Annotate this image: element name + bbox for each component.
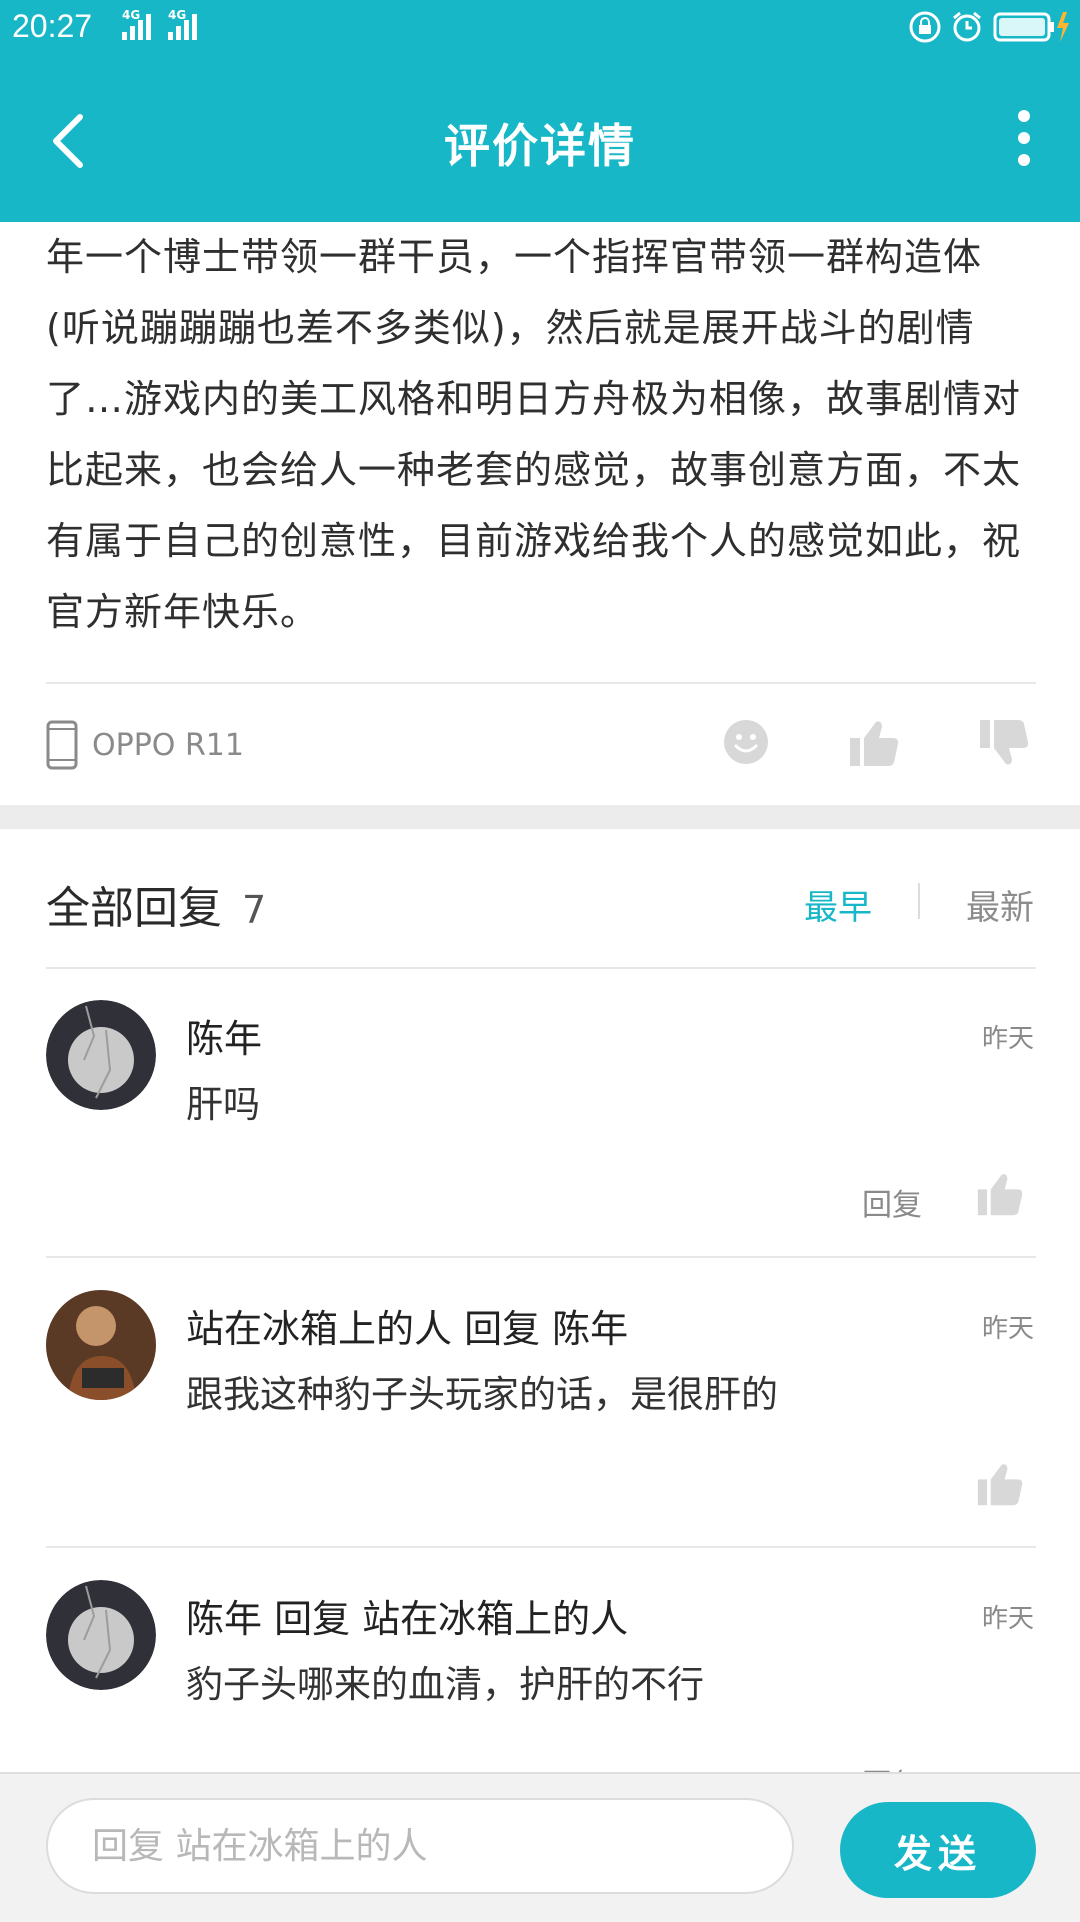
battery-icon [993, 12, 1069, 42]
sort-separator [918, 883, 920, 919]
more-icon[interactable] [1014, 110, 1034, 166]
signal-icon: 4G [122, 8, 151, 40]
review-text: 年一个博士带领一群干员，一个指挥官带领一群构造体(听说蹦蹦蹦也差不多类似)，然后… [46, 235, 1022, 634]
reply-time: 昨天 [981, 1314, 1034, 1344]
phone-icon [46, 720, 78, 770]
avatar[interactable] [46, 1290, 156, 1400]
thumb-up-icon[interactable] [976, 1460, 1024, 1508]
reply-author[interactable]: 陈年 [186, 1008, 262, 1063]
replies-title: 全部回复 [46, 883, 222, 934]
reply-text: 跟我这种豹子头玩家的话，是很肝的 [186, 1373, 778, 1416]
reply-author[interactable]: 站在冰箱上的人 回复 陈年 [186, 1298, 628, 1353]
device-info: OPPO R11 [46, 720, 244, 770]
reply-time: 昨天 [981, 1024, 1034, 1054]
top-app-bar: 评价详情 [0, 56, 1080, 222]
replies-header: 全部回复 7 [46, 872, 266, 936]
send-button[interactable]: 发送 [840, 1802, 1036, 1898]
lock-rotation-icon [909, 11, 941, 43]
reply-time: 昨天 [981, 1604, 1034, 1634]
avatar[interactable] [46, 1000, 156, 1110]
avatar[interactable] [46, 1580, 156, 1690]
thumb-up-icon[interactable] [976, 1170, 1024, 1218]
reply-text: 豹子头哪来的血清，护肝的不行 [186, 1663, 704, 1706]
reply-input[interactable] [46, 1798, 794, 1894]
divider [46, 967, 1036, 969]
replies-count: 7 [242, 888, 267, 932]
alarm-icon [953, 11, 981, 42]
sort-earliest-tab[interactable]: 最早 [804, 880, 872, 929]
sort-latest-tab[interactable]: 最新 [966, 880, 1034, 929]
status-time: 20:27 [12, 8, 93, 44]
thumb-up-icon[interactable] [848, 718, 900, 768]
reply-author[interactable]: 陈年 回复 站在冰箱上的人 [186, 1588, 628, 1643]
divider [46, 682, 1036, 684]
signal-icon-2: 4G [168, 8, 197, 40]
device-name: OPPO R11 [92, 727, 244, 763]
divider [46, 1546, 1036, 1548]
reply-link[interactable]: 回复 [862, 1180, 922, 1224]
section-gap [0, 805, 1080, 829]
reply-text: 肝吗 [186, 1083, 260, 1126]
divider [46, 1256, 1036, 1258]
thumb-down-icon[interactable] [978, 718, 1030, 768]
reply-composer: 发送 [0, 1772, 1080, 1922]
page-title: 评价详情 [444, 119, 636, 173]
emoji-icon[interactable] [722, 718, 770, 766]
status-bar: 20:27 4G 4G [0, 0, 1080, 56]
